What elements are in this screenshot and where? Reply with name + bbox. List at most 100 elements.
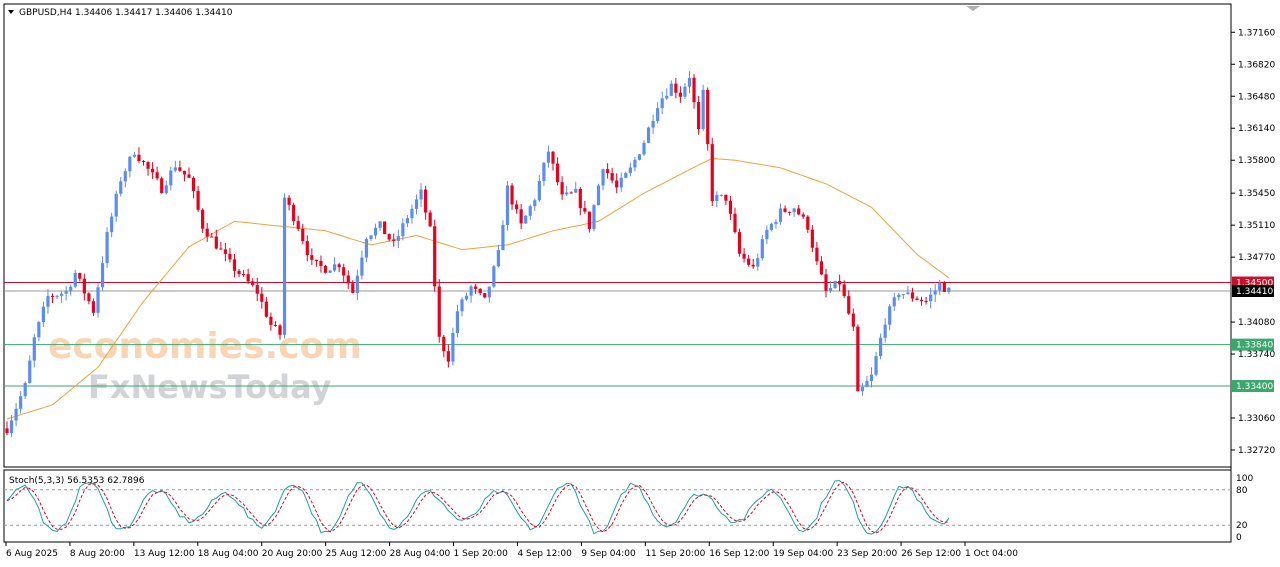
candle-bull <box>464 295 469 300</box>
candle-bull <box>501 224 505 251</box>
candle-bull <box>765 229 769 240</box>
candle-bear <box>801 214 805 217</box>
candle-bear <box>919 299 924 302</box>
candle-bull <box>123 171 127 182</box>
candle-bull <box>60 293 64 296</box>
candle-bull <box>756 258 760 267</box>
candle-bull <box>869 374 874 382</box>
stoch-tick-label: 20 <box>1236 521 1248 531</box>
candle-bull <box>69 286 73 292</box>
candle-bull <box>901 294 905 296</box>
candle-bull <box>929 294 933 302</box>
candle-bear <box>82 278 86 294</box>
candle-bull <box>537 180 541 201</box>
candle-bear <box>737 232 742 254</box>
candle-bull <box>460 299 464 312</box>
candle-bull <box>114 193 118 217</box>
candle-bear <box>351 283 355 293</box>
candle-bear <box>260 293 264 302</box>
candle-bear <box>228 253 232 260</box>
candle-bull <box>173 167 177 171</box>
candle-bull <box>897 294 901 298</box>
candle-bull <box>410 208 414 219</box>
candle-bull <box>164 185 168 194</box>
candle-bear <box>751 264 755 267</box>
candle-bull <box>528 206 532 216</box>
candle-bear <box>428 212 432 227</box>
candle-bull <box>574 188 578 193</box>
time-tick-label: 20 Aug 20:00 <box>262 549 323 559</box>
candle-bull <box>132 154 136 157</box>
candle-bull <box>9 420 14 434</box>
candle-bull <box>769 223 773 230</box>
candle-bull <box>938 283 942 291</box>
candle-bear <box>392 239 396 241</box>
time-tick-label: 28 Aug 04:00 <box>390 549 451 559</box>
candle-bull <box>701 89 705 130</box>
candle-bull <box>328 270 332 273</box>
candle-bear <box>433 226 437 287</box>
candle-bull <box>469 286 473 296</box>
candle-bear <box>141 161 146 163</box>
candle-bear <box>560 182 564 195</box>
candle-bull <box>19 396 23 409</box>
price-tick-label: 1.36820 <box>1238 60 1275 70</box>
candle-bear <box>437 286 441 337</box>
candle-bull <box>665 95 669 99</box>
candle-bear <box>924 301 928 303</box>
candle-bull <box>369 235 373 240</box>
price-tag-label: 1.33840 <box>1236 341 1273 351</box>
candle-bear <box>569 192 573 194</box>
stoch-tick-label: 100 <box>1236 474 1253 484</box>
time-tick-label: 11 Sep 20:00 <box>645 549 705 559</box>
candle-bear <box>269 316 273 325</box>
candle-bear <box>78 273 82 279</box>
candle-bear <box>442 336 446 352</box>
candle-bear <box>205 228 209 237</box>
candle-bear <box>251 281 255 286</box>
candle-bull <box>496 250 500 267</box>
candle-bull <box>455 311 460 334</box>
candle-bull <box>596 185 601 206</box>
price-tick-label: 1.37160 <box>1238 28 1275 38</box>
price-tick-label: 1.33740 <box>1238 350 1275 360</box>
time-tick-label: 9 Sep 04:00 <box>581 549 636 559</box>
time-tick-label: 18 Aug 04:00 <box>198 549 259 559</box>
watermark-fxnewstoday: FxNewsToday <box>88 368 332 406</box>
candle-bear <box>606 169 610 174</box>
candle-bear <box>319 260 323 266</box>
price-tags: 1.345001.344101.338401.33400 <box>1232 276 1274 393</box>
candle-bear <box>296 221 300 229</box>
candle-bull <box>405 218 409 224</box>
candle-bear <box>305 241 309 256</box>
candle-bull <box>55 295 59 297</box>
candle-bear <box>510 185 514 205</box>
candle-bull <box>883 324 887 338</box>
candle-bear <box>515 204 519 210</box>
candle-bear <box>587 211 591 229</box>
stoch-panel <box>3 469 1232 543</box>
candle-bull <box>601 169 605 186</box>
price-tick-label: 1.33060 <box>1238 414 1275 424</box>
candle-bear <box>733 213 737 233</box>
price-tick-label: 1.32720 <box>1238 446 1275 456</box>
candle-bear <box>819 261 824 275</box>
candle-bear <box>824 274 828 291</box>
candle-bear <box>678 92 682 97</box>
time-tick-label: 4 Sep 12:00 <box>517 549 572 559</box>
candle-bull <box>364 239 369 258</box>
candle-bear <box>187 174 191 178</box>
candle-bear <box>555 163 560 183</box>
time-tick-label: 25 Aug 12:00 <box>326 549 387 559</box>
time-tick-label: 6 Aug 2025 <box>6 549 58 559</box>
candle-bull <box>892 297 896 307</box>
candle-bear <box>674 83 678 93</box>
candle-bear <box>783 208 787 212</box>
candle-bull <box>760 239 764 259</box>
candle-bear <box>842 284 846 297</box>
candle-bull <box>524 215 528 224</box>
candle-bear <box>742 253 746 259</box>
candle-bear <box>615 180 619 188</box>
candle-bear <box>578 188 582 209</box>
candle-bear <box>851 313 855 327</box>
